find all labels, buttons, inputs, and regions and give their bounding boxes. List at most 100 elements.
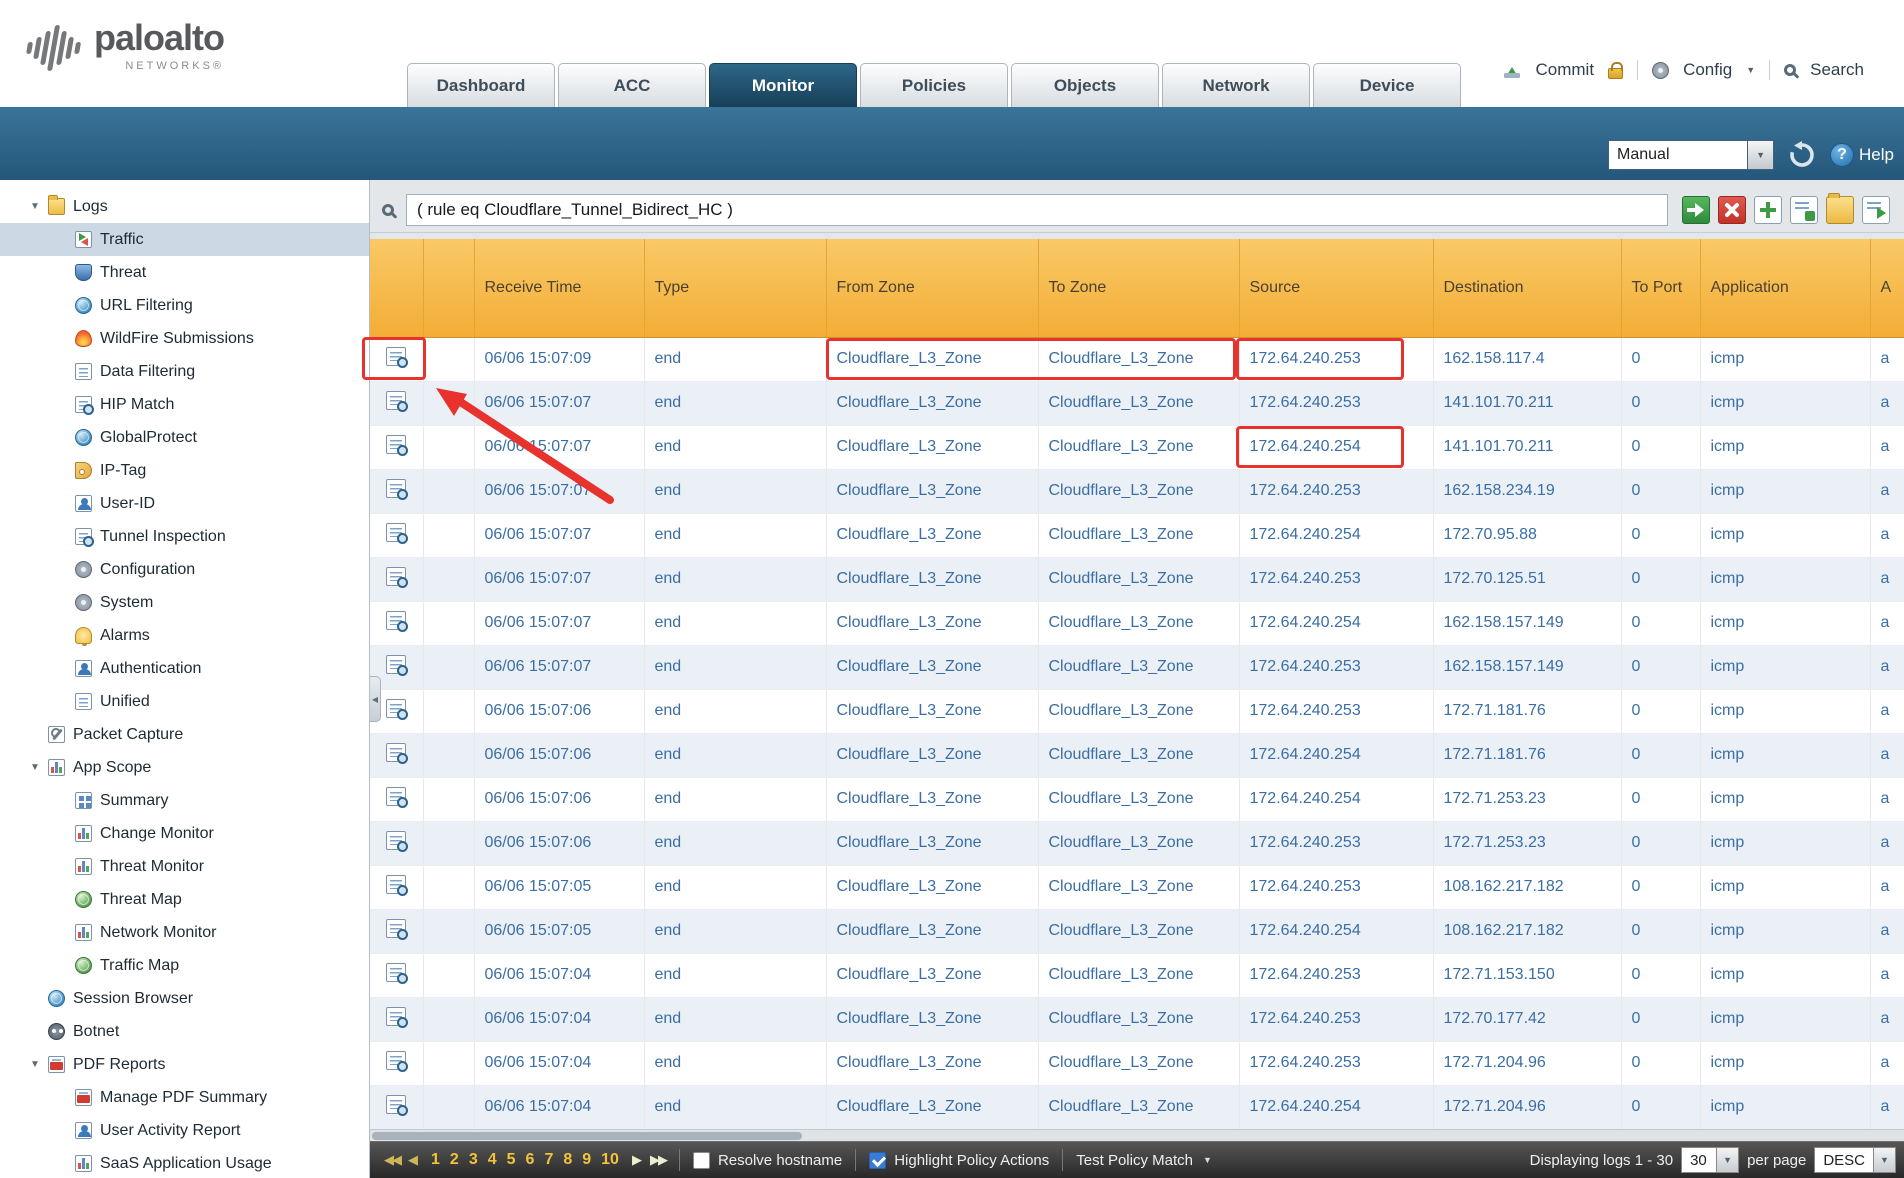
refresh-icon[interactable]	[1788, 141, 1816, 169]
cell-destination[interactable]: 172.71.253.23	[1433, 777, 1621, 821]
cell-destination[interactable]: 108.162.217.182	[1433, 865, 1621, 909]
table-row[interactable]: 06/06 15:07:06endCloudflare_L3_ZoneCloud…	[370, 689, 1904, 733]
cell-to-zone[interactable]: Cloudflare_L3_Zone	[1038, 733, 1239, 777]
cell-source[interactable]: 172.64.240.253	[1239, 821, 1433, 865]
tab-dashboard[interactable]: Dashboard	[407, 63, 555, 107]
cell-from-zone[interactable]: Cloudflare_L3_Zone	[826, 645, 1038, 689]
cell-source[interactable]: 172.64.240.254	[1239, 601, 1433, 645]
cell-from-zone[interactable]: Cloudflare_L3_Zone	[826, 821, 1038, 865]
page-5[interactable]: 5	[507, 1151, 516, 1169]
scrollbar-thumb[interactable]	[372, 1132, 802, 1140]
table-row[interactable]: 06/06 15:07:07endCloudflare_L3_ZoneCloud…	[370, 601, 1904, 645]
search-icon[interactable]	[1784, 64, 1796, 76]
cell-from-zone[interactable]: Cloudflare_L3_Zone	[826, 601, 1038, 645]
cell-to-zone[interactable]: Cloudflare_L3_Zone	[1038, 777, 1239, 821]
cell-to-zone[interactable]: Cloudflare_L3_Zone	[1038, 425, 1239, 469]
table-row[interactable]: 06/06 15:07:09endCloudflare_L3_ZoneCloud…	[370, 337, 1904, 381]
cell-destination[interactable]: 172.71.204.96	[1433, 1085, 1621, 1129]
filter-input[interactable]	[406, 194, 1668, 226]
cell-source[interactable]: 172.64.240.254	[1239, 425, 1433, 469]
cell-from-zone[interactable]: Cloudflare_L3_Zone	[826, 337, 1038, 381]
log-detail-icon[interactable]	[386, 787, 406, 806]
cell-destination[interactable]: 162.158.157.149	[1433, 601, 1621, 645]
cell-from-zone[interactable]: Cloudflare_L3_Zone	[826, 469, 1038, 513]
sidebar-item-threat-map[interactable]: Threat Map	[0, 883, 369, 916]
cell-destination[interactable]: 172.70.125.51	[1433, 557, 1621, 601]
sidebar-item-unified[interactable]: Unified	[0, 685, 369, 718]
cell-source[interactable]: 172.64.240.253	[1239, 953, 1433, 997]
table-row[interactable]: 06/06 15:07:06endCloudflare_L3_ZoneCloud…	[370, 733, 1904, 777]
sidebar-item-saas-application-usage[interactable]: SaaS Application Usage	[0, 1147, 369, 1178]
log-detail-icon[interactable]	[386, 611, 406, 630]
page-3[interactable]: 3	[469, 1151, 478, 1169]
table-row[interactable]: 06/06 15:07:07endCloudflare_L3_ZoneCloud…	[370, 645, 1904, 689]
sidebar-collapse-handle[interactable]: ◀	[370, 676, 381, 722]
config-button[interactable]: Config	[1683, 60, 1732, 80]
log-detail-icon[interactable]	[386, 523, 406, 542]
cell-source[interactable]: 172.64.240.254	[1239, 909, 1433, 953]
log-detail-icon[interactable]	[386, 1051, 406, 1070]
sidebar-item-authentication[interactable]: Authentication	[0, 652, 369, 685]
log-detail-icon[interactable]	[386, 655, 406, 674]
cell-destination[interactable]: 172.71.181.76	[1433, 689, 1621, 733]
sidebar-item-manage-pdf-summary[interactable]: Manage PDF Summary	[0, 1081, 369, 1114]
tab-device[interactable]: Device	[1313, 63, 1461, 107]
cell-to-zone[interactable]: Cloudflare_L3_Zone	[1038, 689, 1239, 733]
add-filter-button[interactable]	[1754, 196, 1782, 224]
commit-icon[interactable]	[1504, 62, 1522, 78]
prev-page-icon[interactable]	[408, 1152, 418, 1168]
cell-destination[interactable]: 172.71.253.23	[1433, 821, 1621, 865]
horizontal-scrollbar[interactable]	[370, 1129, 1904, 1141]
page-2[interactable]: 2	[450, 1151, 459, 1169]
page-6[interactable]: 6	[526, 1151, 535, 1169]
cell-to-zone[interactable]: Cloudflare_L3_Zone	[1038, 1085, 1239, 1129]
cell-to-zone[interactable]: Cloudflare_L3_Zone	[1038, 909, 1239, 953]
sidebar-item-botnet[interactable]: Botnet	[0, 1015, 369, 1048]
sidebar-item-configuration[interactable]: Configuration	[0, 553, 369, 586]
cell-source[interactable]: 172.64.240.253	[1239, 645, 1433, 689]
save-filter-button[interactable]	[1790, 196, 1818, 224]
log-detail-icon[interactable]	[386, 391, 406, 410]
page-10[interactable]: 10	[601, 1151, 619, 1169]
log-detail-icon[interactable]	[386, 567, 406, 586]
cell-to-zone[interactable]: Cloudflare_L3_Zone	[1038, 865, 1239, 909]
tab-policies[interactable]: Policies	[860, 63, 1008, 107]
cell-destination[interactable]: 141.101.70.211	[1433, 381, 1621, 425]
cell-from-zone[interactable]: Cloudflare_L3_Zone	[826, 909, 1038, 953]
cell-source[interactable]: 172.64.240.254	[1239, 1085, 1433, 1129]
chevron-down-icon[interactable]: ▼	[1203, 1155, 1212, 1165]
sidebar-item-threat-monitor[interactable]: Threat Monitor	[0, 850, 369, 883]
cell-destination[interactable]: 141.101.70.211	[1433, 425, 1621, 469]
page-4[interactable]: 4	[488, 1151, 497, 1169]
sidebar-item-change-monitor[interactable]: Change Monitor	[0, 817, 369, 850]
cell-from-zone[interactable]: Cloudflare_L3_Zone	[826, 953, 1038, 997]
sidebar-item-tunnel-inspection[interactable]: Tunnel Inspection	[0, 520, 369, 553]
table-row[interactable]: 06/06 15:07:07endCloudflare_L3_ZoneCloud…	[370, 425, 1904, 469]
tab-acc[interactable]: ACC	[558, 63, 706, 107]
chevron-down-icon[interactable]: ▼	[1874, 1147, 1896, 1173]
sidebar-item-user-activity-report[interactable]: User Activity Report	[0, 1114, 369, 1147]
table-row[interactable]: 06/06 15:07:05endCloudflare_L3_ZoneCloud…	[370, 865, 1904, 909]
table-row[interactable]: 06/06 15:07:07endCloudflare_L3_ZoneCloud…	[370, 469, 1904, 513]
table-row[interactable]: 06/06 15:07:07endCloudflare_L3_ZoneCloud…	[370, 557, 1904, 601]
apply-filter-button[interactable]	[1682, 196, 1710, 224]
cell-to-zone[interactable]: Cloudflare_L3_Zone	[1038, 953, 1239, 997]
cell-from-zone[interactable]: Cloudflare_L3_Zone	[826, 777, 1038, 821]
sidebar-item-wildfire-submissions[interactable]: WildFire Submissions	[0, 322, 369, 355]
page-7[interactable]: 7	[544, 1151, 553, 1169]
chevron-down-icon[interactable]: ▼	[1746, 65, 1755, 75]
cell-to-zone[interactable]: Cloudflare_L3_Zone	[1038, 381, 1239, 425]
page-8[interactable]: 8	[563, 1151, 572, 1169]
cell-source[interactable]: 172.64.240.253	[1239, 337, 1433, 381]
cell-source[interactable]: 172.64.240.253	[1239, 469, 1433, 513]
sidebar-item-alarms[interactable]: Alarms	[0, 619, 369, 652]
sidebar-item-logs[interactable]: ▼Logs	[0, 190, 369, 223]
log-detail-icon[interactable]	[386, 831, 406, 850]
cell-from-zone[interactable]: Cloudflare_L3_Zone	[826, 733, 1038, 777]
table-row[interactable]: 06/06 15:07:04endCloudflare_L3_ZoneCloud…	[370, 1041, 1904, 1085]
column-header-a[interactable]: A	[1870, 239, 1904, 337]
cell-destination[interactable]: 162.158.117.4	[1433, 337, 1621, 381]
log-detail-icon[interactable]	[386, 919, 406, 938]
column-header-to-port[interactable]: To Port	[1621, 239, 1700, 337]
cell-from-zone[interactable]: Cloudflare_L3_Zone	[826, 557, 1038, 601]
